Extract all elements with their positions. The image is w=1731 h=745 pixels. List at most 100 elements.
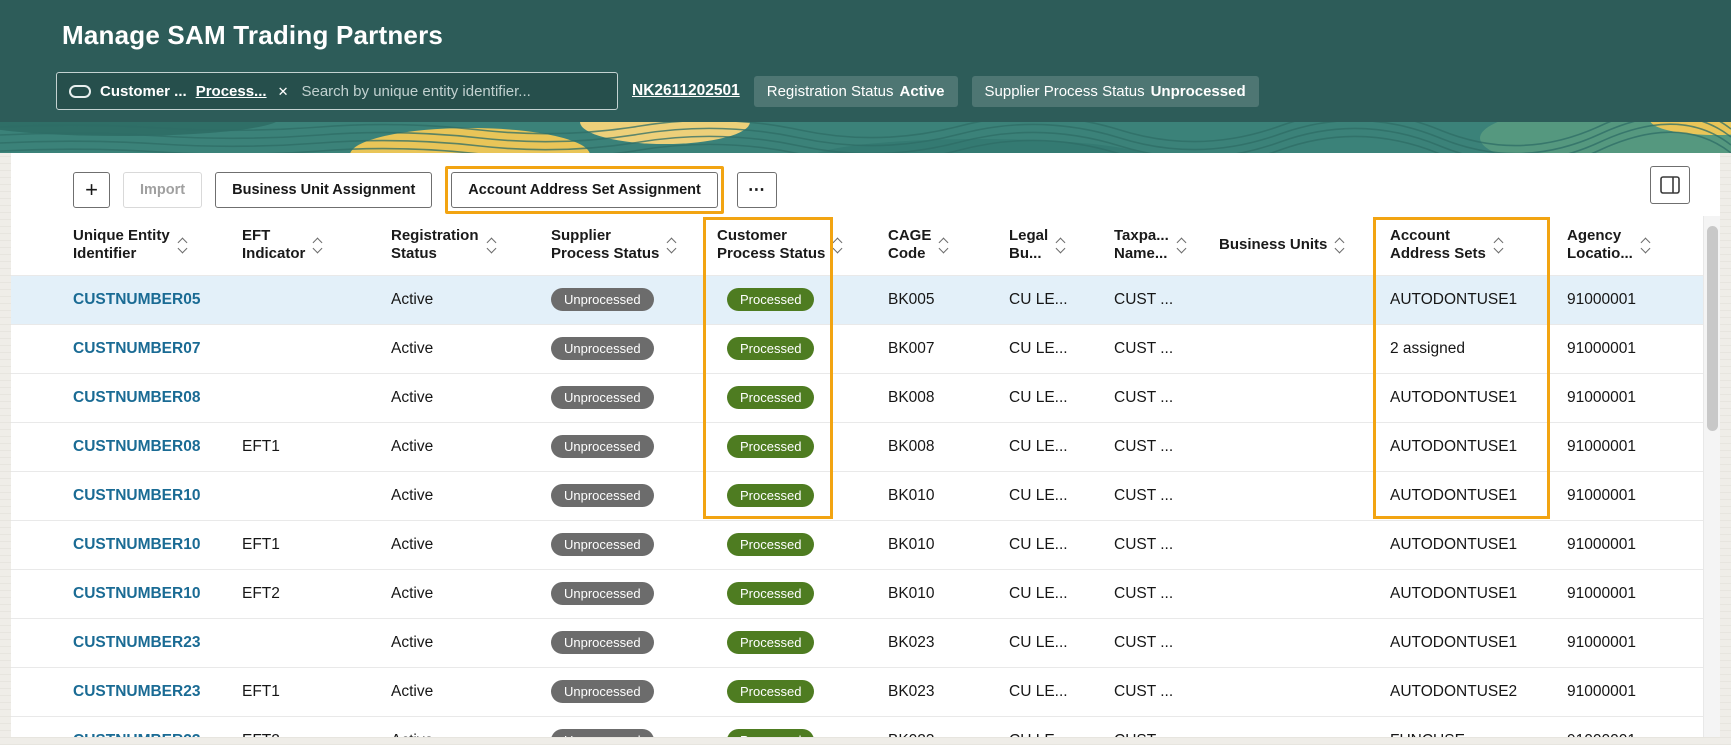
search-token-customer[interactable]: Customer ... [100, 83, 187, 100]
uei-link[interactable]: CUSTNUMBER10 [73, 536, 200, 553]
account-address-set-assignment-button[interactable]: Account Address Set Assignment [451, 172, 718, 208]
column-header-label: Legal Bu... [1009, 226, 1049, 263]
column-header[interactable]: Customer Process Status [707, 216, 878, 275]
column-header[interactable]: EFT Indicator [232, 216, 381, 275]
sort-icon[interactable] [312, 237, 323, 254]
chip-value: Unprocessed [1150, 82, 1246, 100]
uei-link[interactable]: CUSTNUMBER10 [73, 487, 200, 504]
unique-entity-identifier-cell: CUSTNUMBER10 [11, 519, 232, 569]
table-row[interactable]: CUSTNUMBER07 Active Unprocessed Processe… [11, 323, 1703, 373]
customer-process-status-cell: Processed [707, 617, 878, 667]
column-header-label: Registration Status [391, 226, 479, 263]
table-header-row: Unique Entity Identifier EFT Indicator R… [11, 216, 1703, 275]
table-row[interactable]: CUSTNUMBER23 EFT2 Active Unprocessed Pro… [11, 715, 1703, 737]
column-header[interactable]: Unique Entity Identifier [11, 216, 232, 275]
sort-icon[interactable] [177, 237, 188, 254]
table-row[interactable]: CUSTNUMBER23 Active Unprocessed Processe… [11, 617, 1703, 667]
chevron-down-icon [177, 243, 188, 254]
uei-link[interactable]: CUSTNUMBER23 [73, 634, 200, 651]
uei-link[interactable]: CUSTNUMBER08 [73, 389, 200, 406]
unique-entity-identifier-cell: CUSTNUMBER10 [11, 470, 232, 520]
customer-process-status-cell: Processed [707, 421, 878, 471]
supplier-process-status-cell: Unprocessed [541, 274, 707, 324]
sort-icon[interactable] [1640, 237, 1651, 254]
sort-icon[interactable] [486, 237, 496, 254]
business-units-cell [1209, 666, 1380, 716]
content-card: + Import Business Unit Assignment Accoun… [11, 153, 1720, 737]
uei-link[interactable]: CUSTNUMBER10 [73, 585, 200, 602]
legal-business-cell: CU LE... [999, 568, 1104, 618]
registration-status-cell: Active [381, 617, 541, 667]
table-row[interactable]: CUSTNUMBER05 Active Unprocessed Processe… [11, 274, 1703, 324]
add-button[interactable]: + [73, 172, 110, 208]
unique-entity-identifier-cell: CUSTNUMBER23 [11, 715, 232, 737]
column-header[interactable]: Supplier Process Status [541, 216, 707, 275]
unique-entity-identifier-cell: CUSTNUMBER08 [11, 372, 232, 422]
uei-link[interactable]: CUSTNUMBER23 [73, 732, 200, 737]
search-token-process[interactable]: Process... [196, 83, 267, 100]
table-row[interactable]: CUSTNUMBER10 EFT2 Active Unprocessed Pro… [11, 568, 1703, 618]
clear-token-icon[interactable]: ✕ [276, 85, 291, 98]
column-header[interactable]: Business Units [1209, 216, 1380, 275]
filter-chip-registration-status[interactable]: Registration Status Active [753, 75, 958, 107]
business-unit-assignment-button[interactable]: Business Unit Assignment [215, 172, 433, 208]
sort-icon[interactable] [938, 237, 949, 254]
column-header[interactable]: Account Address Sets [1380, 216, 1557, 275]
uei-link[interactable]: CUSTNUMBER07 [73, 340, 200, 357]
search-input[interactable] [299, 81, 605, 101]
account-address-sets-cell: AUTODONTUSE1 [1380, 274, 1557, 324]
legal-business-cell: CU LE... [999, 715, 1104, 737]
column-header[interactable]: CAGE Code [878, 216, 999, 275]
add-icon: + [85, 177, 98, 202]
sort-icon[interactable] [1334, 237, 1345, 254]
taxpayer-name-cell: CUST ... [1104, 568, 1209, 618]
table-row[interactable]: CUSTNUMBER10 Active Unprocessed Processe… [11, 470, 1703, 520]
agency-location-cell: 91000001 [1557, 617, 1703, 667]
search-filter-toggle-icon[interactable] [69, 84, 91, 98]
saved-search-link[interactable]: NK2611202501 [632, 82, 740, 100]
chevron-down-icon [1334, 243, 1345, 254]
agency-location-cell: 91000001 [1557, 274, 1703, 324]
column-header-label: CAGE Code [888, 226, 932, 263]
registration-status-cell: Active [381, 421, 541, 471]
registration-status-cell: Active [381, 568, 541, 618]
sort-icon[interactable] [1055, 237, 1066, 254]
column-header[interactable]: Legal Bu... [999, 216, 1104, 275]
business-units-cell [1209, 421, 1380, 471]
table-row[interactable]: CUSTNUMBER23 EFT1 Active Unprocessed Pro… [11, 666, 1703, 716]
sort-icon[interactable] [1176, 237, 1187, 254]
status-badge-processed: Processed [727, 435, 815, 458]
table-row[interactable]: CUSTNUMBER10 EFT1 Active Unprocessed Pro… [11, 519, 1703, 569]
unique-entity-identifier-cell: CUSTNUMBER07 [11, 323, 232, 373]
sort-icon[interactable] [666, 237, 677, 254]
agency-location-cell: 91000001 [1557, 372, 1703, 422]
eft-indicator-cell: EFT1 [232, 421, 381, 471]
column-header[interactable]: Registration Status [381, 216, 541, 275]
filter-row: Customer ... Process... ✕ NK2611202501 R… [56, 72, 1259, 110]
taxpayer-name-cell: CUST ... [1104, 372, 1209, 422]
table-row[interactable]: CUSTNUMBER08 Active Unprocessed Processe… [11, 372, 1703, 422]
unique-entity-identifier-cell: CUSTNUMBER05 [11, 274, 232, 324]
vertical-scrollbar[interactable] [1703, 216, 1720, 737]
legal-business-cell: CU LE... [999, 274, 1104, 324]
sort-icon[interactable] [1493, 237, 1504, 254]
column-header-label: Taxpa... Name... [1114, 226, 1169, 263]
column-header[interactable]: Agency Locatio... [1557, 216, 1703, 275]
sort-icon[interactable] [832, 237, 843, 254]
table-row[interactable]: CUSTNUMBER08 EFT1 Active Unprocessed Pro… [11, 421, 1703, 471]
uei-link[interactable]: CUSTNUMBER23 [73, 683, 200, 700]
panel-toggle-button[interactable] [1650, 166, 1690, 204]
uei-link[interactable]: CUSTNUMBER05 [73, 291, 200, 308]
scrollbar-thumb[interactable] [1707, 226, 1718, 431]
table-body: CUSTNUMBER05 Active Unprocessed Processe… [11, 274, 1703, 737]
status-badge-processed: Processed [727, 533, 815, 556]
cage-code-cell: BK005 [878, 274, 999, 324]
eft-indicator-cell: EFT2 [232, 715, 381, 737]
supplier-process-status-cell: Unprocessed [541, 617, 707, 667]
uei-link[interactable]: CUSTNUMBER08 [73, 438, 200, 455]
column-header[interactable]: Taxpa... Name... [1104, 216, 1209, 275]
filter-chip-supplier-process-status[interactable]: Supplier Process Status Unprocessed [971, 75, 1259, 107]
import-button[interactable]: Import [123, 172, 203, 208]
more-actions-button[interactable]: ⋯ [736, 172, 777, 208]
search-box[interactable]: Customer ... Process... ✕ [56, 72, 618, 110]
